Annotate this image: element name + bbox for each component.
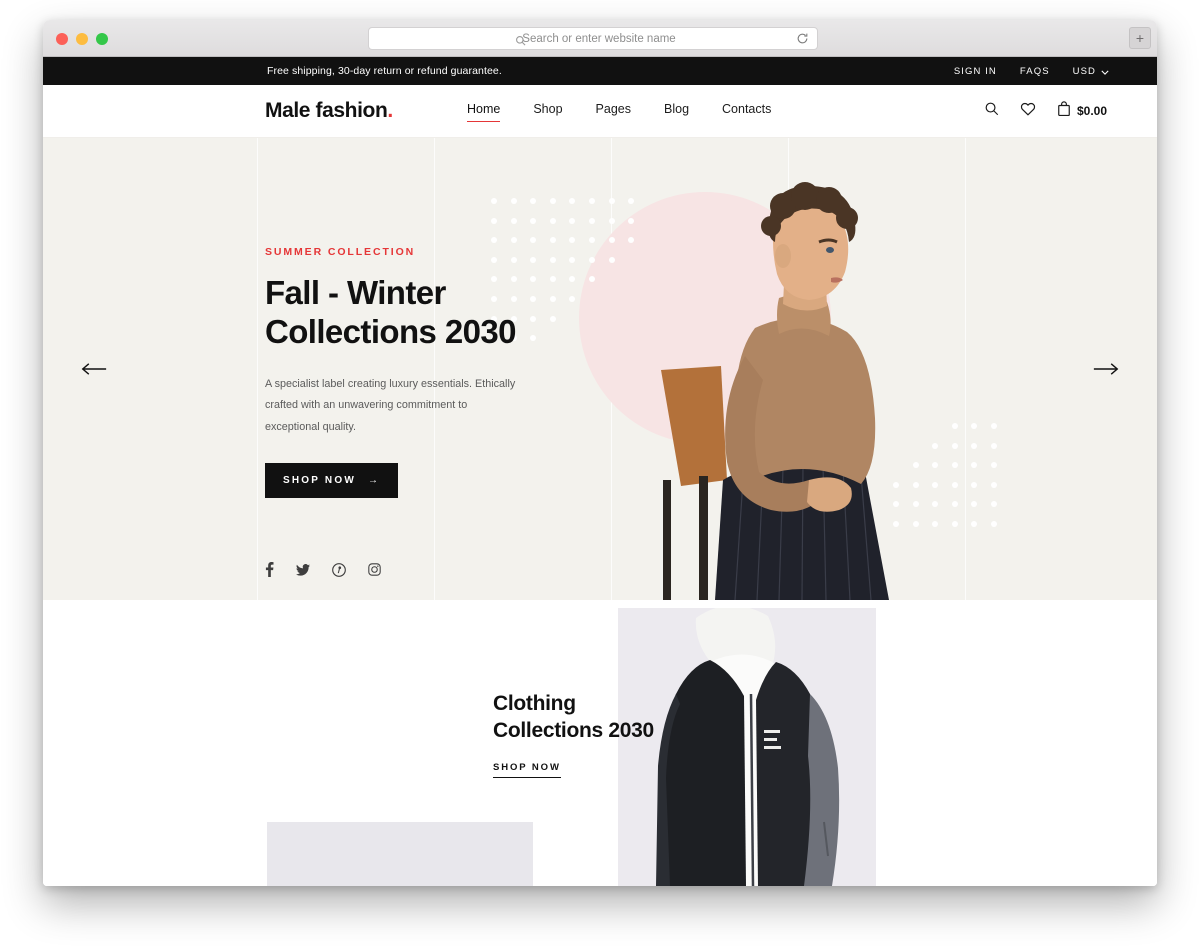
decorative-dot [990, 423, 997, 429]
hero-next-arrow[interactable] [1091, 357, 1121, 381]
logo-dot: . [387, 99, 393, 122]
decorative-dot [530, 198, 537, 204]
decorative-dot [971, 462, 978, 469]
arrow-right-icon: → [367, 474, 381, 486]
chevron-down-icon [1101, 62, 1109, 80]
decorative-dot [569, 217, 576, 224]
decorative-dot [569, 237, 576, 244]
decorative-dot [569, 276, 576, 283]
decorative-dot [971, 501, 978, 508]
address-bar[interactable]: Search or enter website name [368, 27, 818, 50]
decorative-dot [971, 481, 978, 488]
hero-title-line1: Fall - Winter [265, 274, 446, 311]
address-bar-placeholder: Search or enter website name [522, 32, 676, 45]
maximize-window-button[interactable] [96, 33, 108, 45]
nav-item-blog[interactable]: Blog [664, 102, 689, 120]
hero-prev-arrow[interactable] [79, 357, 109, 381]
close-window-button[interactable] [56, 33, 68, 45]
main-navigation: Home Shop Pages Blog Contacts [467, 102, 771, 122]
collections-title-line2: Collections 2030 [493, 718, 654, 742]
decorative-dot [588, 198, 595, 204]
search-icon [515, 33, 526, 51]
decorative-dot [491, 217, 497, 224]
decorative-dot [588, 256, 595, 263]
reload-icon[interactable] [796, 32, 809, 50]
hero-description: A specialist label creating luxury essen… [265, 377, 516, 434]
decorative-dot [530, 217, 537, 224]
announcement-bar: Free shipping, 30-day return or refund g… [43, 57, 1157, 85]
hero-eyebrow: SUMMER COLLECTION [265, 246, 416, 258]
decorative-dot [990, 520, 997, 527]
announcement-links: SIGN IN FAQS USD [954, 57, 1109, 85]
announcement-message: Free shipping, 30-day return or refund g… [267, 65, 502, 77]
collection-card-secondary[interactable] [267, 822, 533, 886]
hero-title: Fall - Winter Collections 2030 [265, 274, 565, 352]
decorative-dot [510, 217, 517, 224]
decorative-dot [990, 462, 997, 469]
pinterest-icon[interactable] [332, 562, 346, 577]
nav-item-home[interactable]: Home [467, 102, 501, 122]
hero-section: SUMMER COLLECTION Fall - Winter Collecti… [43, 138, 1157, 600]
header-actions: $0.00 [984, 100, 1107, 122]
site-header: Male fashion. Home Shop Pages Blog Conta… [43, 85, 1157, 138]
decorative-dot [549, 237, 556, 244]
browser-window: Search or enter website name + Free ship… [43, 20, 1157, 886]
decorative-dot [549, 217, 556, 224]
decorative-dot [588, 276, 595, 283]
decorative-dot [569, 295, 576, 302]
facebook-icon[interactable] [265, 562, 274, 577]
currency-selector[interactable]: USD [1073, 62, 1109, 80]
hero-shop-now-label: SHOP NOW [283, 474, 356, 486]
window-traffic-lights [56, 33, 108, 45]
hero-model-image [603, 180, 953, 600]
faqs-link[interactable]: FAQS [1020, 66, 1050, 77]
nav-item-pages[interactable]: Pages [596, 102, 631, 120]
decorative-dot [491, 237, 497, 244]
site-logo[interactable]: Male fashion. [265, 99, 393, 123]
decorative-dot [491, 198, 497, 204]
logo-text: Male fashion [265, 99, 388, 122]
decorative-dot [971, 442, 978, 449]
decorative-dot [549, 198, 556, 204]
browser-titlebar: Search or enter website name + [43, 20, 1157, 57]
collections-shop-now-link[interactable]: SHOP NOW [493, 762, 561, 778]
search-icon[interactable] [984, 101, 999, 121]
decorative-dot [971, 423, 978, 429]
hero-shop-now-button[interactable]: SHOP NOW → [265, 462, 399, 498]
decorative-dot [569, 256, 576, 263]
cart-button[interactable]: $0.00 [1057, 100, 1107, 122]
hero-copy: SUMMER COLLECTION Fall - Winter Collecti… [265, 246, 565, 498]
hero-grid-line [257, 138, 258, 600]
decorative-dot [588, 237, 595, 244]
nav-item-contacts[interactable]: Contacts [722, 102, 771, 120]
collections-title-line1: Clothing [493, 692, 576, 715]
decorative-dot [971, 520, 978, 527]
decorative-dot [588, 217, 595, 224]
shopping-bag-icon [1057, 100, 1071, 122]
twitter-icon[interactable] [296, 563, 310, 576]
instagram-icon[interactable] [368, 563, 381, 576]
collections-title: Clothing Collections 2030 [493, 691, 673, 745]
decorative-dot [990, 442, 997, 449]
collections-copy: Clothing Collections 2030 SHOP NOW [493, 691, 673, 778]
hero-social-links [265, 562, 381, 577]
sign-in-link[interactable]: SIGN IN [954, 66, 997, 77]
new-tab-button[interactable]: + [1129, 27, 1151, 49]
cart-total: $0.00 [1076, 104, 1107, 118]
hero-title-line2: Collections 2030 [265, 312, 516, 350]
page-viewport: Free shipping, 30-day return or refund g… [43, 57, 1157, 886]
decorative-dot [990, 501, 997, 508]
decorative-dot [530, 237, 537, 244]
minimize-window-button[interactable] [76, 33, 88, 45]
decorative-dot [569, 198, 576, 204]
currency-label[interactable]: USD [1073, 66, 1096, 77]
collections-section: Clothing Collections 2030 SHOP NOW [43, 600, 1157, 886]
decorative-dot [990, 481, 997, 488]
nav-item-shop[interactable]: Shop [533, 102, 562, 120]
heart-icon[interactable] [1020, 101, 1036, 121]
decorative-dot [510, 237, 517, 244]
decorative-dot [510, 198, 517, 204]
